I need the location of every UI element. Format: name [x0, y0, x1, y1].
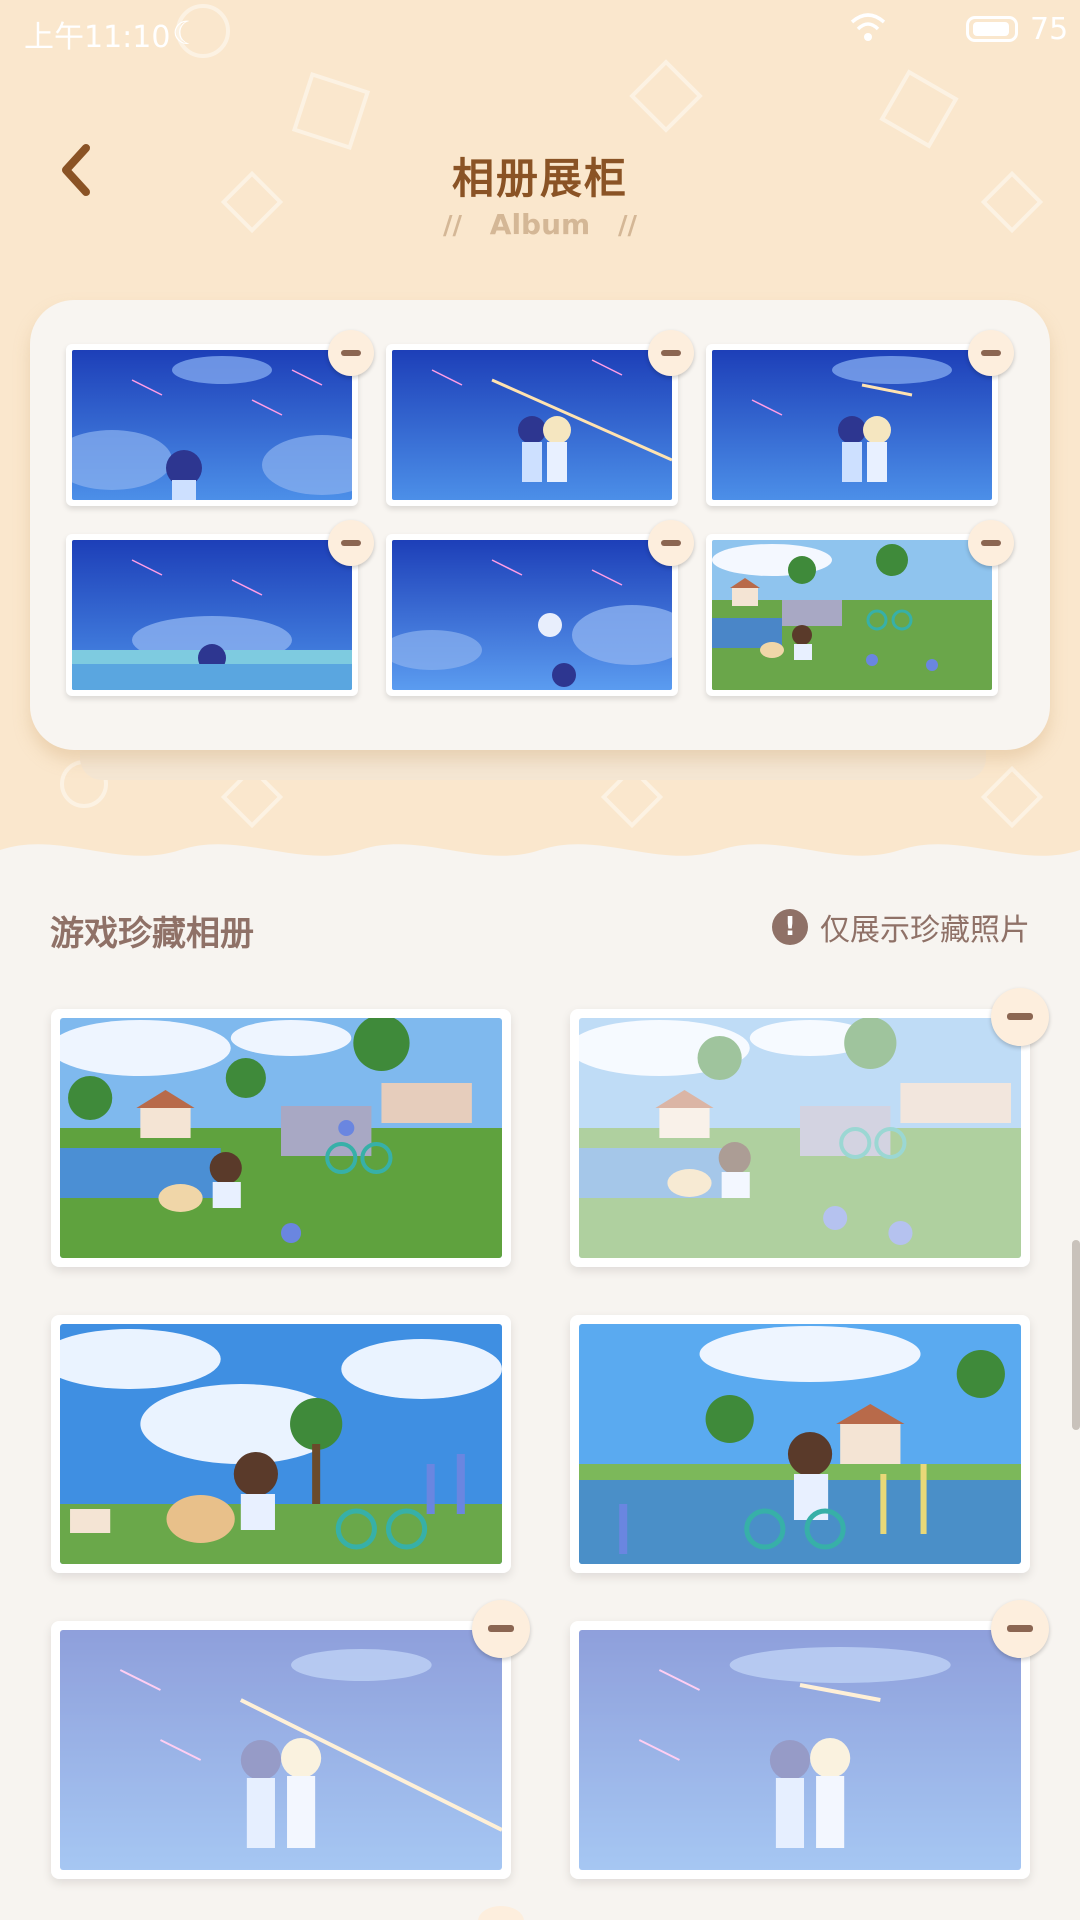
- showcase-photo-image: [712, 540, 992, 690]
- info-icon: !: [772, 909, 808, 945]
- showcase-photo-image: [712, 350, 992, 500]
- subtitle-text: Album: [489, 208, 591, 241]
- showcase-photo[interactable]: [66, 344, 358, 506]
- next-remove-button-peek: [478, 1906, 524, 1920]
- status-time: 上午11:10: [24, 20, 171, 55]
- subtitle-dash-left: //: [443, 211, 463, 241]
- album-photo[interactable]: [51, 1315, 511, 1573]
- decor-pentagon: [291, 71, 371, 151]
- album-page: 上午11:10 ☾ 75 相册展柜 // Album // 游戏珍藏相册 ! 仅…: [0, 0, 1080, 1920]
- battery-level: 75: [1030, 12, 1069, 47]
- remove-button[interactable]: [472, 1600, 530, 1658]
- showcase-photo-image: [72, 350, 352, 500]
- status-bar: 上午11:10 ☾ 75: [0, 0, 1080, 62]
- album-photo-image: [60, 1018, 502, 1258]
- album-photo[interactable]: [51, 1009, 511, 1267]
- album-photo[interactable]: [570, 1009, 1030, 1267]
- album-photo[interactable]: [51, 1621, 511, 1879]
- remove-button[interactable]: [328, 330, 374, 376]
- album-photo-image: [579, 1324, 1021, 1564]
- remove-button[interactable]: [968, 330, 1014, 376]
- scrollbar[interactable]: [1072, 1240, 1080, 1430]
- decor-triangle: [980, 765, 1044, 829]
- remove-button[interactable]: [648, 330, 694, 376]
- remove-button[interactable]: [328, 520, 374, 566]
- battery-icon: [966, 16, 1018, 42]
- album-photo-image: [579, 1630, 1021, 1870]
- page-subtitle: // Album //: [0, 208, 1080, 241]
- showcase-photo[interactable]: [386, 344, 678, 506]
- collected-only-notice: ! 仅展示珍藏照片: [772, 906, 1030, 948]
- subtitle-dash-right: //: [617, 211, 637, 241]
- decor-square: [629, 59, 703, 133]
- showcase-photo[interactable]: [706, 534, 998, 696]
- moon-icon: ☾: [172, 14, 201, 52]
- album-section-title: 游戏珍藏相册: [50, 914, 254, 954]
- showcase-photo[interactable]: [386, 534, 678, 696]
- page-title: 相册展柜: [451, 154, 628, 203]
- showcase-card: [30, 300, 1050, 750]
- showcase-photo-image: [392, 540, 672, 690]
- showcase-photo-image: [72, 540, 352, 690]
- wave-divider: [0, 844, 1080, 900]
- remove-button[interactable]: [968, 520, 1014, 566]
- remove-button[interactable]: [991, 1600, 1049, 1658]
- album-photo[interactable]: [570, 1621, 1030, 1879]
- remove-button[interactable]: [991, 988, 1049, 1046]
- decor-pentagon: [879, 69, 959, 149]
- showcase-photo[interactable]: [706, 344, 998, 506]
- notice-text: 仅展示珍藏照片: [820, 913, 1030, 948]
- showcase-photo[interactable]: [66, 534, 358, 696]
- album-photo-image: [60, 1324, 502, 1564]
- remove-button[interactable]: [648, 520, 694, 566]
- album-photo-image: [579, 1018, 1021, 1258]
- wifi-icon: [850, 13, 886, 41]
- showcase-photo-image: [392, 350, 672, 500]
- album-photo-image: [60, 1630, 502, 1870]
- album-photo[interactable]: [570, 1315, 1030, 1573]
